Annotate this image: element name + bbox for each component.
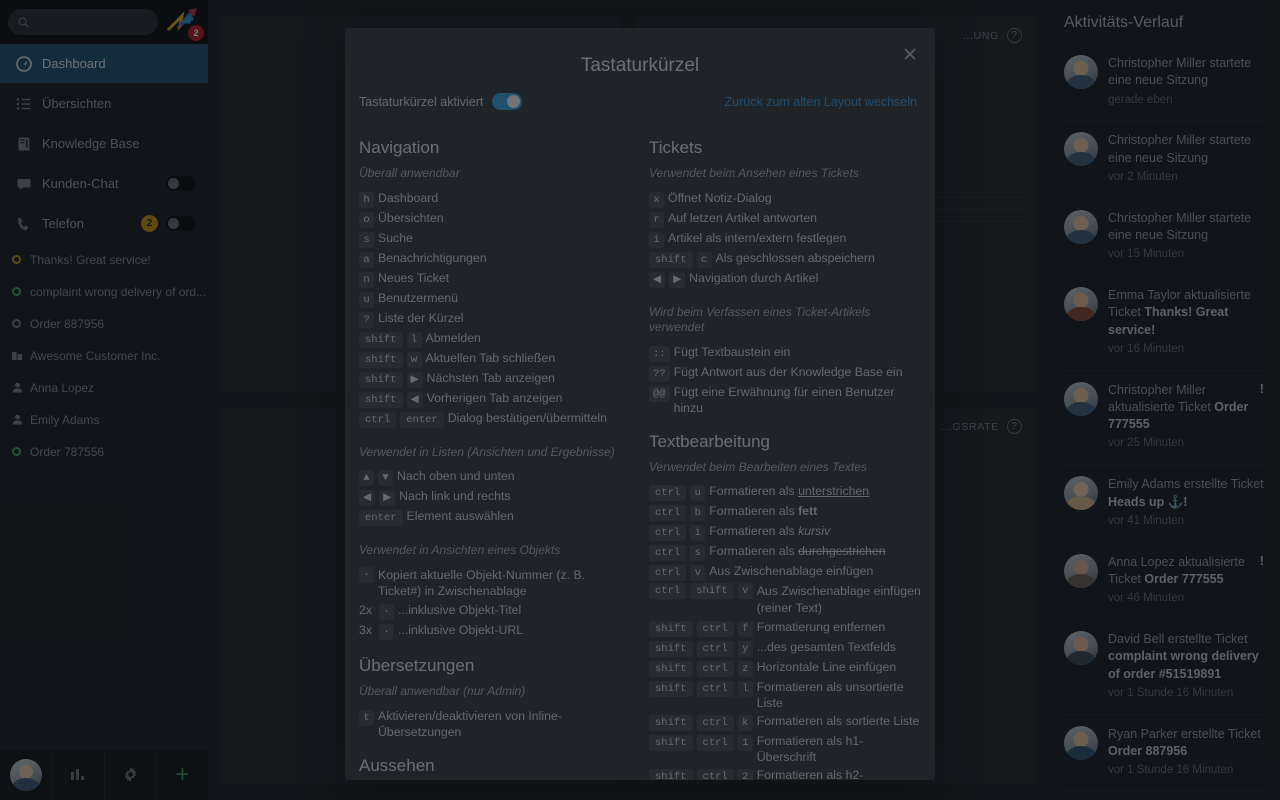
modal-overlay[interactable] xyxy=(0,0,1280,800)
app-root: 2 Dashboard Übersichten xyxy=(0,0,1280,800)
